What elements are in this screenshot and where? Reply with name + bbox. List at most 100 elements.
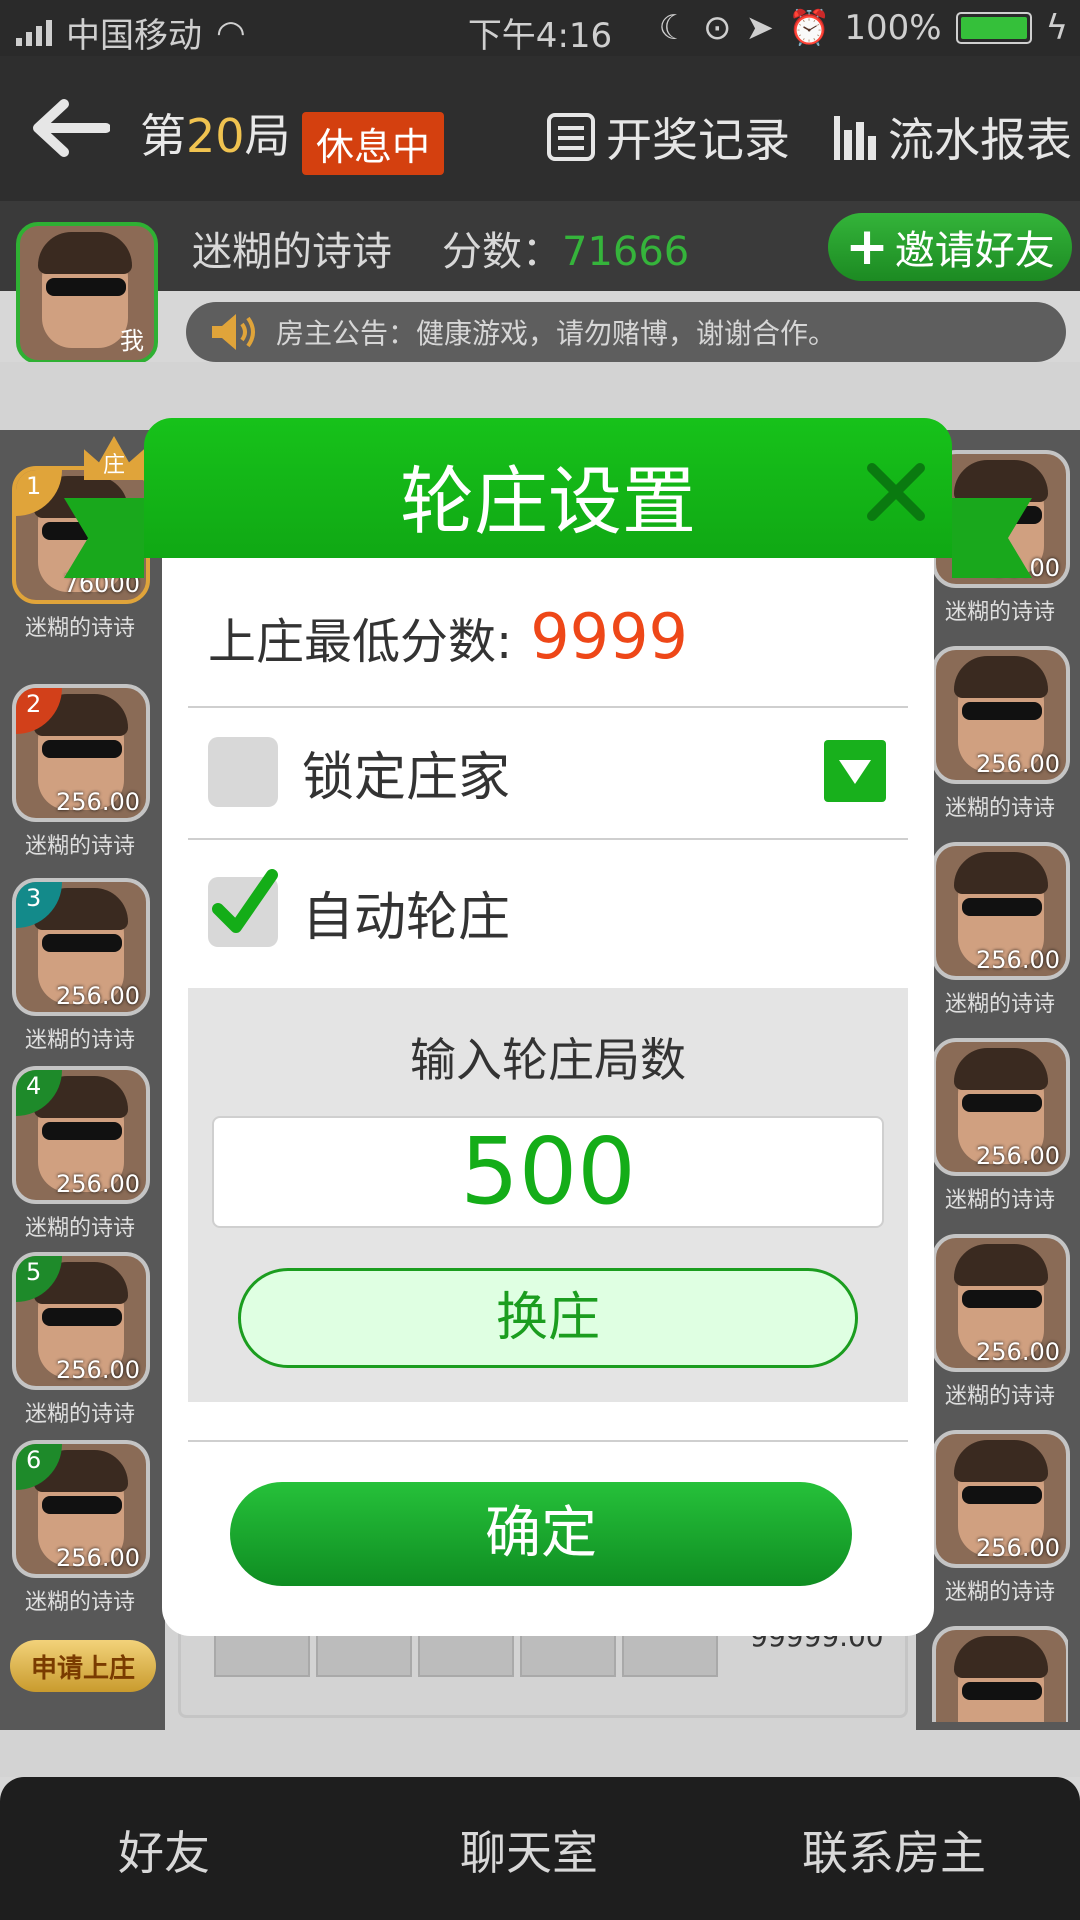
- invite-friends-button[interactable]: + 邀请好友: [828, 213, 1072, 281]
- seat-right-5[interactable]: 256.00 迷糊的诗诗: [932, 1234, 1070, 1410]
- seat-name: 迷糊的诗诗: [24, 1216, 135, 1241]
- charging-icon: ϟ: [1045, 8, 1068, 48]
- sunglasses-shape: [42, 1496, 122, 1514]
- nav-friends[interactable]: 好友: [118, 1817, 210, 1883]
- seat-left-2[interactable]: 2 256.00 迷糊的诗诗: [12, 684, 150, 860]
- seat-left-5[interactable]: 5 256.00 迷糊的诗诗: [12, 1252, 150, 1428]
- seat-avatar: [932, 1626, 1068, 1722]
- announcement-bar: 房主公告：健康游戏，请勿赌博，谢谢合作。: [186, 302, 1066, 362]
- dialog-header: 轮庄设置: [64, 418, 1032, 578]
- top-header: 第20局 休息中 开奖记录 流水报表: [0, 56, 1080, 201]
- seat-avatar: 3 256.00: [12, 878, 150, 1016]
- seat-name: 迷糊的诗诗: [944, 1188, 1055, 1213]
- seat-right-2[interactable]: 256.00 迷糊的诗诗: [932, 646, 1070, 822]
- battery-percent: 100%: [844, 8, 942, 48]
- seat-avatar: 2 256.00: [12, 684, 150, 822]
- seat-name: 迷糊的诗诗: [24, 616, 135, 641]
- seat-left-4[interactable]: 4 256.00 迷糊的诗诗: [12, 1066, 150, 1242]
- seat-score: 256.00: [976, 1338, 1060, 1366]
- seat-score: 256.00: [976, 946, 1060, 974]
- lock-banker-checkbox[interactable]: [208, 737, 278, 807]
- seat-score: 256.00: [56, 1356, 140, 1384]
- round-suffix: 局: [244, 109, 291, 163]
- seat-right-4[interactable]: 256.00 迷糊的诗诗: [932, 1038, 1070, 1214]
- sunglasses-shape: [42, 1122, 122, 1140]
- sunglasses-shape: [42, 740, 122, 758]
- sunglasses-shape: [962, 702, 1042, 720]
- confirm-button[interactable]: 确定: [230, 1482, 852, 1586]
- seat-name: 迷糊的诗诗: [24, 1402, 135, 1427]
- records-button[interactable]: 开奖记录: [546, 104, 790, 170]
- rounds-input[interactable]: 500: [212, 1116, 884, 1228]
- divider: [188, 1440, 908, 1442]
- bar-chart-icon: [834, 116, 876, 160]
- score-label: 分数：: [442, 229, 562, 275]
- battery-icon: [955, 12, 1032, 44]
- seat-score: 256.00: [56, 982, 140, 1010]
- seat-score: 256.00: [56, 788, 140, 816]
- records-label: 开奖记录: [606, 113, 790, 167]
- rounds-panel: 输入轮庄局数 500 换庄: [188, 988, 908, 1402]
- status-bar: 中国移动 ◠ 下午4:16 ☾ ⊙ ➤ ⏰ 100% ϟ: [0, 0, 1080, 56]
- seat-name: 迷糊的诗诗: [24, 1590, 135, 1615]
- list-icon: [547, 113, 595, 161]
- seat-avatar: 5 256.00: [12, 1252, 150, 1390]
- seat-score: 256.00: [976, 1534, 1060, 1562]
- sunglasses-shape: [42, 1308, 122, 1326]
- sunglasses-shape: [962, 898, 1042, 916]
- min-score-value: 9999: [530, 600, 688, 673]
- round-title: 第20局: [140, 100, 291, 166]
- self-avatar[interactable]: 我: [16, 222, 158, 364]
- seat-score: 256.00: [976, 750, 1060, 778]
- sunglasses-shape: [962, 1682, 1042, 1700]
- divider: [188, 838, 908, 840]
- auto-rotate-checkbox[interactable]: [208, 869, 278, 947]
- nav-chat-room[interactable]: 聊天室: [460, 1817, 598, 1883]
- round-prefix: 第: [140, 109, 186, 163]
- player-bar: 迷糊的诗诗 分数：71666 + 邀请好友: [0, 201, 1080, 291]
- apply-banker-button[interactable]: 申请上庄: [10, 1640, 156, 1692]
- sunglasses-shape: [962, 1290, 1042, 1308]
- report-button[interactable]: 流水报表: [832, 104, 1072, 170]
- seat-name: 迷糊的诗诗: [24, 1028, 135, 1053]
- announcement-text: 房主公告：健康游戏，请勿赌博，谢谢合作。: [276, 317, 837, 350]
- bottom-nav: 好友 聊天室 联系房主: [0, 1777, 1080, 1920]
- report-label: 流水报表: [888, 113, 1072, 167]
- seat-name: 迷糊的诗诗: [24, 834, 135, 859]
- seat-score: 256.00: [976, 1142, 1060, 1170]
- seat-avatar: 4 256.00: [12, 1066, 150, 1204]
- banker-rotation-dialog: 轮庄设置 上庄最低分数: 9999 锁定庄家 自动轮庄 输入轮庄局数 500 换庄…: [64, 418, 1032, 1636]
- auto-rotate-row[interactable]: 自动轮庄: [208, 869, 888, 952]
- checkmark-icon: [212, 869, 278, 933]
- dropdown-button[interactable]: [824, 740, 886, 802]
- lock-rotation-icon: ⊙: [703, 8, 732, 48]
- player-score: 分数：71666: [442, 219, 689, 277]
- seat-right-6[interactable]: 256.00 迷糊的诗诗: [932, 1430, 1070, 1606]
- auto-rotate-label: 自动轮庄: [302, 887, 511, 948]
- seat-name: 迷糊的诗诗: [944, 1384, 1055, 1409]
- seat-left-6[interactable]: 6 256.00 迷糊的诗诗: [12, 1440, 150, 1616]
- seat-left-3[interactable]: 3 256.00 迷糊的诗诗: [12, 878, 150, 1054]
- nav-contact-owner[interactable]: 联系房主: [802, 1817, 986, 1883]
- seat-avatar: 6 256.00: [12, 1440, 150, 1578]
- round-number: 20: [186, 109, 245, 163]
- status-badge: 休息中: [302, 112, 445, 175]
- close-icon[interactable]: [864, 460, 928, 524]
- seat-right-3[interactable]: 256.00 迷糊的诗诗: [932, 842, 1070, 1018]
- seat-right-7[interactable]: [932, 1626, 1068, 1722]
- seat-name: 迷糊的诗诗: [944, 796, 1055, 821]
- sunglasses-shape: [962, 1094, 1042, 1112]
- seat-score: 256.00: [56, 1544, 140, 1572]
- seat-avatar: 256.00: [932, 842, 1070, 980]
- seat-avatar: 256.00: [932, 1430, 1070, 1568]
- alarm-icon: ⏰: [788, 8, 831, 48]
- player-name: 迷糊的诗诗: [192, 229, 392, 275]
- lock-banker-label: 锁定庄家: [302, 747, 511, 808]
- location-icon: ➤: [745, 8, 775, 48]
- dialog-title: 轮庄设置: [400, 459, 696, 545]
- sunglasses-shape: [962, 1486, 1042, 1504]
- score-value: 71666: [562, 229, 690, 275]
- lock-banker-row[interactable]: 锁定庄家: [208, 732, 888, 812]
- back-arrow-icon[interactable]: [30, 98, 110, 158]
- swap-banker-button[interactable]: 换庄: [238, 1268, 858, 1368]
